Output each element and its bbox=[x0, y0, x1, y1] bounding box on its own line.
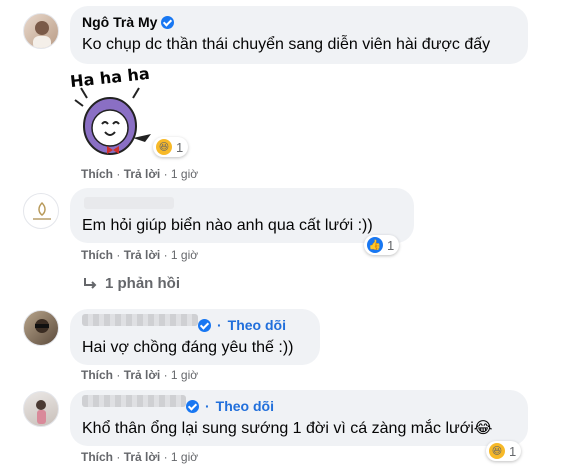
verified-badge-icon bbox=[198, 318, 211, 332]
reaction-count[interactable]: 😆 1 bbox=[486, 441, 522, 461]
avatar[interactable] bbox=[23, 13, 59, 49]
sticker: Ha ha ha bbox=[63, 64, 163, 158]
profile-photo-icon bbox=[35, 319, 49, 333]
avatar[interactable] bbox=[23, 193, 59, 229]
reaction-count[interactable]: 😆 1 bbox=[153, 137, 189, 157]
comment-text: Khổ thân ổng lại sung sướng 1 đời vì cá … bbox=[82, 420, 493, 437]
reply-link[interactable]: Trả lời bbox=[124, 450, 161, 464]
author-name[interactable]: Ngô Trà My bbox=[82, 13, 157, 31]
like-link[interactable]: Thích bbox=[81, 450, 113, 464]
comment-actions: Thích · Trả lời · 1 giờ bbox=[81, 167, 199, 181]
timestamp[interactable]: 1 giờ bbox=[171, 167, 198, 181]
reply-link[interactable]: Trả lời bbox=[124, 248, 161, 262]
comment-bubble: Em hỏi giúp biển nào anh qua cất lưới :)… bbox=[70, 188, 414, 243]
laughing-ghost-icon bbox=[74, 87, 151, 155]
reply-link[interactable]: Trả lời bbox=[124, 368, 161, 382]
verified-badge-icon bbox=[186, 399, 199, 413]
follow-link[interactable]: Theo dõi bbox=[216, 397, 274, 415]
profile-photo-icon bbox=[33, 21, 51, 48]
view-replies-link[interactable]: 1 phản hồi bbox=[83, 275, 180, 292]
comment-bubble: Ngô Trà My Ko chụp dc thần thái chuyển s… bbox=[70, 6, 528, 64]
timestamp[interactable]: 1 giờ bbox=[171, 248, 198, 262]
like-link[interactable]: Thích bbox=[81, 368, 113, 382]
reaction-count[interactable]: 👍 1 bbox=[364, 235, 400, 255]
hidden-author-name bbox=[82, 314, 198, 326]
timestamp[interactable]: 1 giờ bbox=[171, 368, 198, 382]
comment-text: Em hỏi giúp biển nào anh qua cất lưới :)… bbox=[82, 217, 373, 234]
profile-photo-icon bbox=[36, 400, 46, 424]
comment-text: Ko chụp dc thần thái chuyển sang diễn vi… bbox=[82, 36, 491, 53]
hidden-author-name bbox=[82, 395, 186, 407]
reply-link[interactable]: Trả lời bbox=[124, 167, 161, 181]
like-reaction-icon: 👍 bbox=[367, 237, 383, 253]
comment-actions: Thích · Trả lời · 1 giờ bbox=[81, 450, 199, 464]
comment-actions: Thích · Trả lời · 1 giờ bbox=[81, 248, 199, 262]
comment-text: Hai vợ chồng đáng yêu thế :)) bbox=[82, 339, 294, 356]
like-link[interactable]: Thích bbox=[81, 248, 113, 262]
like-link[interactable]: Thích bbox=[81, 167, 113, 181]
follow-link[interactable]: Theo dõi bbox=[228, 316, 286, 334]
brand-logo-icon bbox=[33, 201, 51, 220]
timestamp[interactable]: 1 giờ bbox=[171, 450, 198, 464]
laughing-emoji: 😂 bbox=[473, 420, 493, 437]
avatar[interactable] bbox=[23, 310, 59, 346]
hidden-author-name bbox=[84, 197, 174, 209]
haha-reaction-icon: 😆 bbox=[156, 139, 172, 155]
avatar[interactable] bbox=[23, 391, 59, 427]
comment-actions: Thích · Trả lời · 1 giờ bbox=[81, 368, 199, 382]
haha-reaction-icon: 😆 bbox=[489, 443, 505, 459]
verified-badge-icon bbox=[161, 15, 175, 29]
reply-arrow-icon bbox=[84, 277, 97, 289]
